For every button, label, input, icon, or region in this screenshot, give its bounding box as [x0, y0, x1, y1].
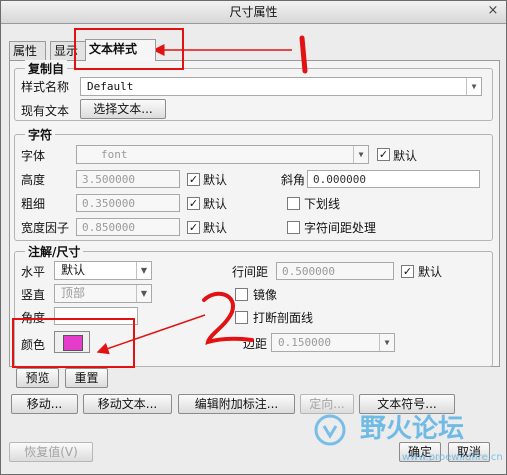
watermark-text: 野火论坛: [360, 414, 464, 444]
copy-from-group: 复制自 样式名称 Default ▼ 现有文本 选择文本...: [14, 60, 493, 121]
width-factor-default-label: 默认: [203, 221, 228, 235]
font-label: 字体: [21, 149, 46, 163]
break-hatch-label: 打断剖面线: [253, 311, 314, 325]
font-select[interactable]: font ▼: [76, 145, 369, 164]
existing-text-label: 现有文本: [21, 104, 70, 118]
margin-select[interactable]: 0.150000 ▼: [271, 333, 395, 352]
underline-label: 下划线: [304, 197, 341, 211]
watermark-url: www.proewildfire.cn: [402, 452, 503, 463]
chevron-down-icon: ▼: [466, 78, 481, 95]
width-factor-field[interactable]: 0.850000: [76, 218, 180, 236]
style-name-value: Default: [87, 80, 134, 93]
font-default-checkbox[interactable]: ✓: [377, 148, 390, 161]
dialog-title: 尺寸属性: [229, 5, 278, 19]
thickness-field[interactable]: 0.350000: [76, 194, 180, 212]
line-spacing-label: 行间距: [232, 265, 269, 279]
watermark-logo: 野火论坛 www.proewildfire.cn: [310, 402, 506, 472]
close-icon[interactable]: ×: [486, 4, 500, 18]
vertical-label: 竖直: [21, 288, 46, 302]
font-default-label: 默认: [393, 149, 418, 163]
title-bar: 尺寸属性 ×: [1, 1, 506, 24]
chevron-down-icon: ▼: [136, 285, 151, 302]
move-button[interactable]: 移动...: [11, 394, 78, 414]
mirror-checkbox[interactable]: [235, 288, 248, 301]
thickness-label: 粗细: [21, 197, 46, 211]
break-hatch-checkbox[interactable]: [235, 311, 248, 324]
mirror-label: 镜像: [253, 288, 278, 302]
tab-properties[interactable]: 属性: [9, 41, 46, 60]
thickness-default-label: 默认: [203, 197, 228, 211]
vertical-value: 顶部: [61, 286, 86, 300]
note-dimension-title: 注解/尺寸: [25, 243, 84, 260]
height-label: 高度: [21, 173, 46, 187]
width-factor-default-checkbox[interactable]: ✓: [187, 221, 200, 234]
character-group: 字符 字体 font ▼ ✓ 默认 高度 3.500000 ✓ 默认 斜角 0.…: [14, 126, 493, 241]
tab-text-style[interactable]: 文本样式: [85, 39, 156, 61]
copy-from-title: 复制自: [25, 60, 68, 77]
thickness-default-checkbox[interactable]: ✓: [187, 197, 200, 210]
underline-checkbox[interactable]: [287, 197, 300, 210]
horizontal-value: 默认: [61, 263, 86, 277]
line-spacing-default-label: 默认: [418, 265, 443, 279]
width-factor-label: 宽度因子: [21, 221, 70, 235]
vertical-select[interactable]: 顶部 ▼: [54, 284, 152, 303]
preview-button[interactable]: 预览: [16, 368, 59, 388]
font-value: font: [101, 148, 128, 161]
chevron-down-icon: ▼: [379, 334, 394, 351]
edit-attachment-button[interactable]: 编辑附加标注...: [178, 394, 295, 414]
kerning-checkbox[interactable]: [287, 221, 300, 234]
select-text-button[interactable]: 选择文本...: [80, 99, 166, 119]
line-spacing-default-checkbox[interactable]: ✓: [401, 265, 414, 278]
restore-button[interactable]: 恢复值(V): [9, 442, 93, 462]
style-name-label: 样式名称: [21, 80, 70, 94]
height-default-label: 默认: [203, 173, 228, 187]
style-name-select[interactable]: Default ▼: [80, 77, 482, 96]
slant-label: 斜角: [281, 173, 306, 187]
horizontal-select[interactable]: 默认 ▼: [54, 261, 152, 280]
margin-label: 边距: [243, 337, 268, 351]
color-highlight-box: [12, 318, 135, 368]
chevron-down-icon: ▼: [136, 262, 151, 279]
horizontal-label: 水平: [21, 265, 46, 279]
height-field[interactable]: 3.500000: [76, 170, 180, 188]
line-spacing-field[interactable]: 0.500000: [276, 262, 394, 280]
margin-value: 0.150000: [278, 336, 331, 349]
slant-field[interactable]: 0.000000: [307, 170, 480, 188]
kerning-label: 字符间距处理: [304, 221, 377, 235]
height-default-checkbox[interactable]: ✓: [187, 173, 200, 186]
reset-button[interactable]: 重置: [65, 368, 108, 388]
chevron-down-icon: ▼: [353, 146, 368, 163]
character-title: 字符: [25, 126, 56, 143]
move-text-button[interactable]: 移动文本...: [83, 394, 172, 414]
